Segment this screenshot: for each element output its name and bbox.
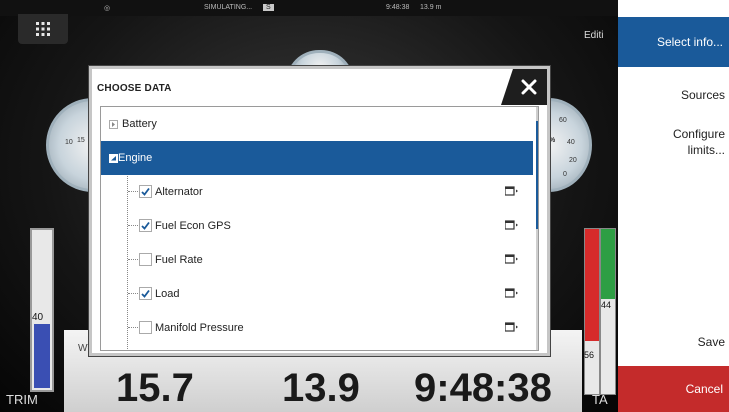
app-status-text: SIMULATING... [204, 4, 253, 11]
gauge-tick-label: 60 [559, 117, 567, 124]
cancel-label: Cancel [685, 382, 723, 396]
tree-item-label: Load [155, 288, 180, 300]
data-value-1: 15.7 [116, 366, 194, 410]
checkbox-load[interactable] [139, 287, 152, 300]
item-options-icon[interactable] [505, 186, 519, 196]
tab-left-fill [585, 229, 599, 341]
select-info-label: Select info... [656, 35, 723, 49]
check-icon [141, 289, 150, 298]
edit-label: Editi [584, 30, 604, 41]
dialog-title: CHOOSE DATA [97, 83, 172, 94]
item-options-icon[interactable] [505, 254, 519, 264]
sources-button[interactable]: Sources [681, 87, 725, 103]
status-bar: ◎ SIMULATING... S 9:48:38 13.9 m [0, 0, 618, 16]
tree-connector [128, 191, 138, 192]
configure-limits-button[interactable]: Configure limits... [673, 126, 725, 158]
tree-group-label: Engine [118, 152, 153, 164]
side-menu: Select info... Sources Configure limits.… [618, 0, 729, 412]
checkbox-manifold-pressure[interactable] [139, 321, 152, 334]
tree-item-fuel-rate[interactable]: Fuel Rate [101, 243, 533, 277]
tree-connector [128, 259, 138, 260]
collapse-icon[interactable] [109, 154, 118, 163]
tree-item-label: Fuel Econ GPS [155, 220, 231, 232]
tab-gauges: 56 44 [582, 228, 618, 395]
checkbox-fuel-rate[interactable] [139, 253, 152, 266]
save-button[interactable]: Save [698, 334, 725, 350]
data-tree-list[interactable]: Battery Engine Alternator Fuel Econ GPS [100, 106, 539, 351]
tab-right-fill [601, 229, 615, 299]
item-options-icon[interactable] [505, 288, 519, 298]
tree-item-label: Alternator [155, 186, 203, 198]
trim-value: 40 [32, 312, 44, 323]
cancel-button[interactable]: Cancel [618, 366, 729, 412]
item-options-icon[interactable] [505, 322, 519, 332]
checkbox-fuel-econ-gps[interactable] [139, 219, 152, 232]
gauge-tick-label: 20 [569, 157, 577, 164]
tab-right-value: 44 [601, 300, 612, 310]
gauge-tick-label: 15 [77, 137, 85, 144]
trim-gauge [30, 228, 54, 392]
gauge-tick-label: 0 [563, 171, 567, 178]
tree-item-manifold-pressure[interactable]: Manifold Pressure [101, 311, 533, 345]
checkbox-alternator[interactable] [139, 185, 152, 198]
trim-label: TRIM [6, 392, 38, 407]
list-scrollbar[interactable] [536, 107, 538, 350]
tree-group-label: Battery [122, 118, 157, 130]
tab-left-value: 56 [584, 350, 595, 360]
tab-label: TA [592, 392, 608, 407]
tree-group-battery[interactable]: Battery [101, 107, 533, 141]
tree-group-engine[interactable]: Engine [101, 141, 533, 175]
grid-icon [36, 22, 50, 36]
item-options-icon[interactable] [505, 220, 519, 230]
check-icon [141, 187, 150, 196]
close-button[interactable] [501, 69, 547, 105]
gauge-tick-label: 10 [65, 139, 73, 146]
tree-item-load[interactable]: Load [101, 277, 533, 311]
tree-item-fuel-econ-gps[interactable]: Fuel Econ GPS [101, 209, 533, 243]
status-chip: S [263, 4, 274, 11]
trim-fill [34, 324, 50, 388]
tree-connector [128, 225, 138, 226]
status-time: 9:48:38 [386, 4, 410, 11]
expand-icon[interactable] [109, 120, 118, 129]
choose-data-dialog: CHOOSE DATA Battery Engine Alternator Fu… [89, 66, 550, 356]
check-icon [141, 221, 150, 230]
data-value-2: 13.9 [282, 366, 360, 410]
home-grid-button[interactable] [18, 14, 68, 44]
tree-connector [128, 293, 138, 294]
select-info-button[interactable]: Select info... [618, 17, 729, 67]
tab-gauge-left [584, 228, 600, 395]
status-value: 13.9 m [420, 4, 442, 11]
tab-gauge-right [600, 228, 616, 395]
gauge-tick-label: 40 [567, 139, 575, 146]
data-value-3: 9:48:38 [414, 366, 552, 410]
close-icon [521, 79, 536, 95]
tree-item-label: Fuel Rate [155, 254, 203, 266]
scrollbar-thumb[interactable] [536, 121, 538, 229]
satellite-icon: ◎ [104, 5, 111, 12]
tree-connector [128, 327, 138, 328]
tree-item-alternator[interactable]: Alternator [101, 175, 533, 209]
tree-item-label: Manifold Pressure [155, 322, 244, 334]
